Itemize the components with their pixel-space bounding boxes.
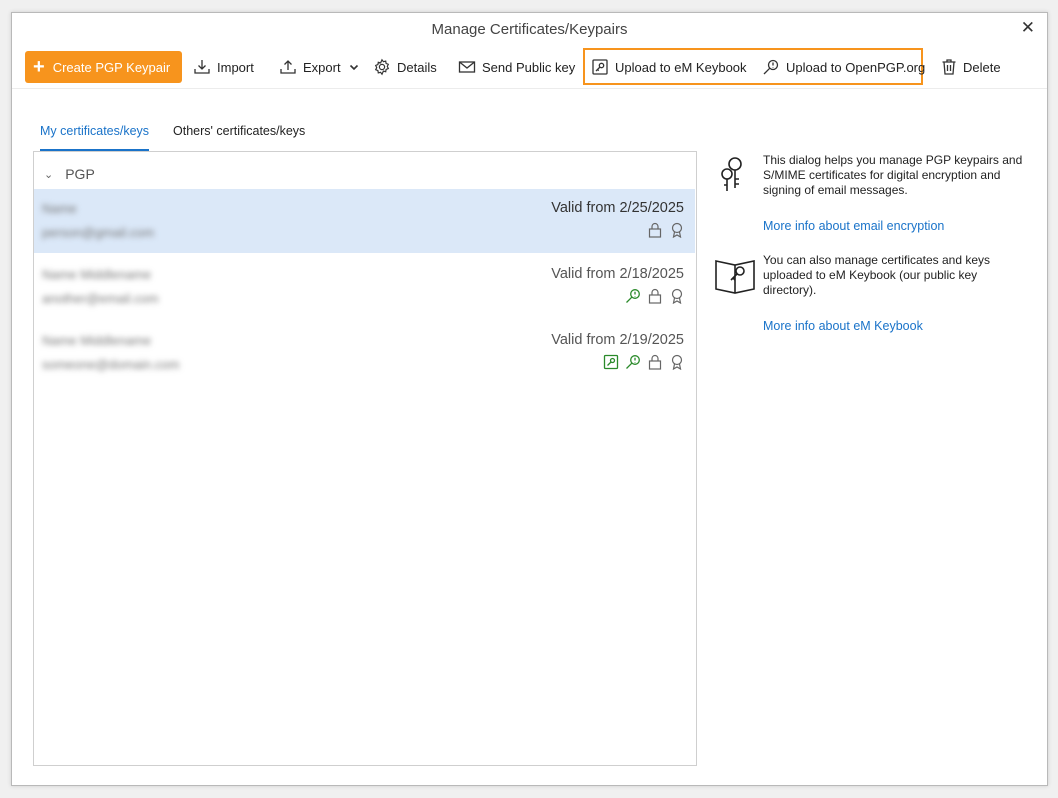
key-owner-name: Name Middlename <box>42 333 152 348</box>
lock-icon <box>648 222 662 238</box>
keybook-icon <box>592 59 608 75</box>
list-item[interactable]: Name person@gmail.com Valid from 2/25/20… <box>34 189 695 253</box>
trash-icon <box>942 59 956 75</box>
key-owner-email: person@gmail.com <box>42 225 155 240</box>
export-icon <box>280 60 296 74</box>
send-public-key-label: Send Public key <box>482 59 576 75</box>
valid-from-date: Valid from 2/19/2025 <box>551 332 684 348</box>
key-search-icon <box>763 59 779 75</box>
keys-icon <box>721 157 742 191</box>
info-text-encryption: This dialog helps you manage PGP keypair… <box>763 153 1023 197</box>
gear-icon <box>374 58 390 76</box>
create-pgp-keypair-label: Create PGP Keypair <box>52 59 171 75</box>
certificate-badge-icon <box>671 354 683 370</box>
details-button[interactable]: Details <box>373 51 437 83</box>
group-label: PGP <box>65 166 95 182</box>
info-text-keybook: You can also manage certificates and key… <box>763 253 991 297</box>
key-owner-email: another@email.com <box>42 291 159 306</box>
tab-others-certificates[interactable]: Others' certificates/keys <box>173 121 305 149</box>
create-pgp-keypair-button[interactable]: + Create PGP Keypair <box>25 51 183 83</box>
export-label: Export <box>303 59 341 75</box>
status-icons <box>647 222 685 238</box>
valid-from-date: Valid from 2/18/2025 <box>551 266 684 282</box>
window-title: Manage Certificates/Keypairs <box>431 21 628 38</box>
key-owner-email: someone@domain.com <box>42 357 180 372</box>
valid-from-date: Valid from 2/25/2025 <box>551 200 684 216</box>
upload-em-keybook-label: Upload to eM Keybook <box>615 59 747 75</box>
close-icon[interactable]: ✕ <box>1021 18 1035 38</box>
import-icon <box>194 60 210 74</box>
chevron-down-icon <box>349 64 358 71</box>
lock-icon <box>648 354 662 370</box>
tab-my-certificates[interactable]: My certificates/keys <box>40 121 150 151</box>
openpgp-verified-icon <box>626 355 640 369</box>
keybook-icon <box>715 260 755 294</box>
plus-icon: + <box>33 56 45 78</box>
certificate-badge-icon <box>671 222 683 238</box>
delete-button[interactable]: Delete <box>941 51 1001 83</box>
import-label: Import <box>217 59 254 75</box>
list-item[interactable]: Name Middlename someone@domain.com Valid… <box>34 321 695 385</box>
title-bar: Manage Certificates/Keypairs ✕ <box>12 13 1047 45</box>
certificate-badge-icon <box>671 288 683 304</box>
toolbar: + Create PGP Keypair Import Export Detai… <box>12 48 1047 89</box>
manage-certificates-window: Manage Certificates/Keypairs ✕ + Create … <box>11 12 1048 786</box>
certificate-list: ⌄ PGP Name person@gmail.com Valid from 2… <box>33 151 697 766</box>
send-public-key-button[interactable]: Send Public key <box>458 51 575 83</box>
key-owner-name: Name <box>42 201 77 216</box>
status-icons <box>625 288 685 304</box>
upload-openpgp-label: Upload to OpenPGP.org <box>786 59 926 75</box>
link-more-info-email-encryption[interactable]: More info about email encryption <box>763 219 944 233</box>
key-owner-name: Name Middlename <box>42 267 152 282</box>
list-item[interactable]: Name Middlename another@email.com Valid … <box>34 255 695 319</box>
group-header-pgp[interactable]: ⌄ PGP <box>44 166 95 182</box>
envelope-icon <box>458 61 476 73</box>
details-label: Details <box>397 59 437 75</box>
export-button[interactable]: Export <box>279 51 359 83</box>
delete-label: Delete <box>963 59 1001 75</box>
lock-icon <box>648 288 662 304</box>
upload-em-keybook-button[interactable]: Upload to eM Keybook <box>591 51 747 83</box>
link-more-info-em-keybook[interactable]: More info about eM Keybook <box>763 319 923 333</box>
chevron-down-icon[interactable]: ⌄ <box>44 168 53 181</box>
upload-openpgp-button[interactable]: Upload to OpenPGP.org <box>762 51 925 83</box>
import-button[interactable]: Import <box>193 51 254 83</box>
openpgp-verified-icon <box>626 289 640 303</box>
status-icons <box>603 354 685 370</box>
keybook-verified-icon <box>603 354 619 370</box>
